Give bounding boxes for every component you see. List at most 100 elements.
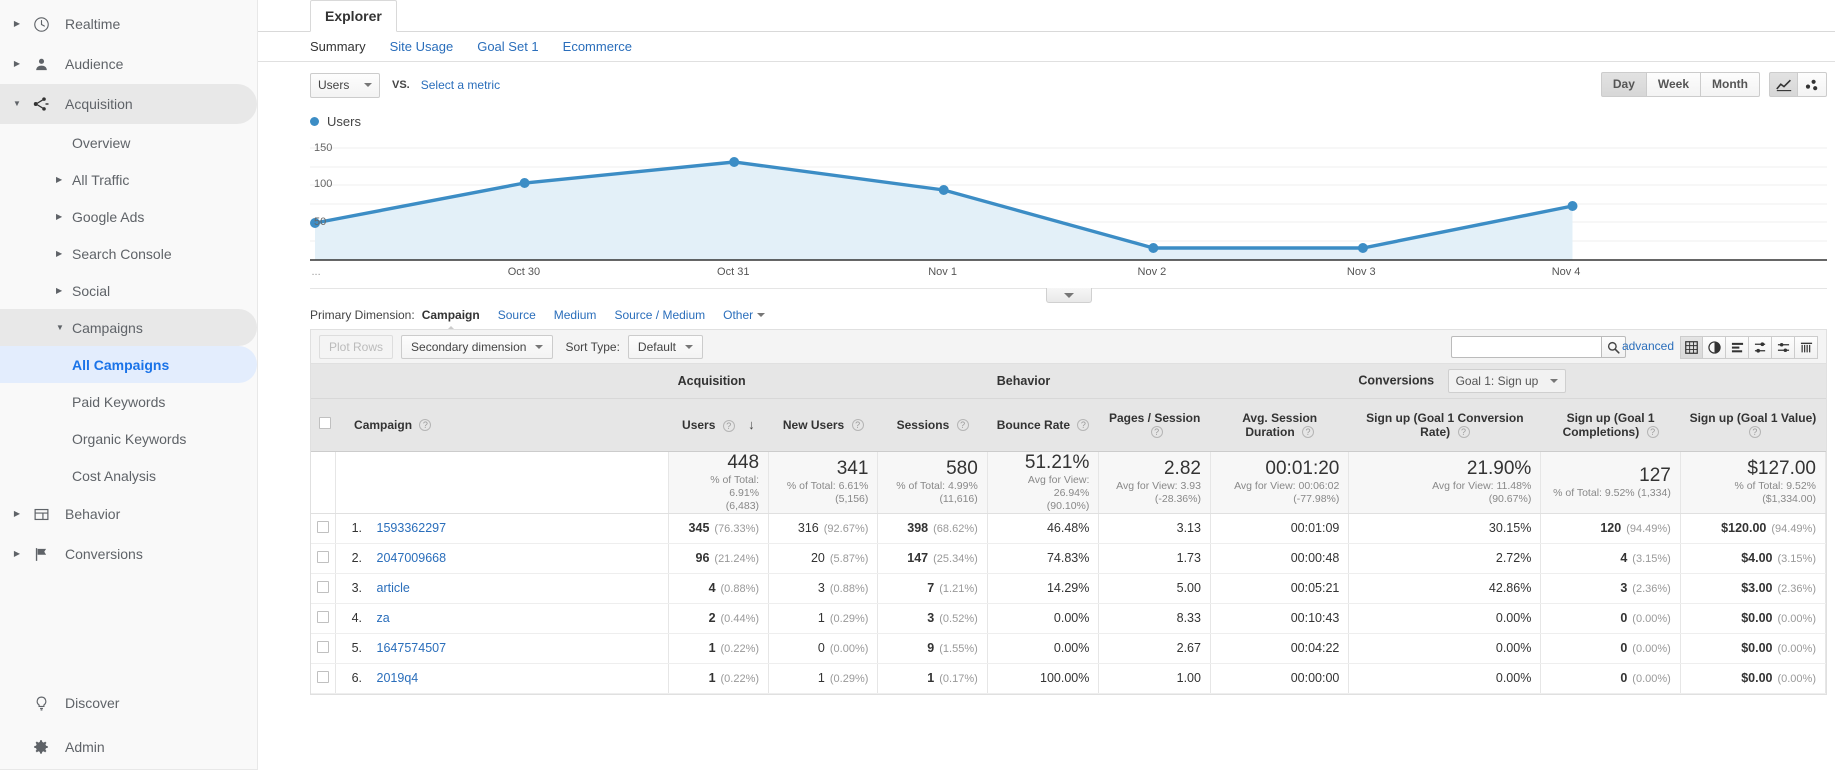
dimension-medium[interactable]: Medium [554, 308, 597, 322]
dimension-campaign[interactable]: Campaign [422, 308, 480, 322]
column-new-users-label: New Users [782, 417, 845, 432]
column-goal1-completions[interactable]: Sign up (Goal 1 Completions) ? [1540, 398, 1681, 452]
help-icon[interactable]: ? [1646, 426, 1659, 439]
sidebar-item-search-console[interactable]: ▶ Search Console [0, 235, 257, 272]
help-icon[interactable]: ? [1748, 426, 1761, 439]
sort-type-select[interactable]: Default [627, 334, 703, 359]
cell-bounce-rate: 46.48% [987, 513, 1100, 544]
table-view-icon[interactable] [1680, 336, 1703, 359]
column-sessions[interactable]: Sessions ? [877, 398, 988, 452]
line-chart-icon[interactable] [1769, 72, 1798, 97]
column-campaign[interactable]: Campaign ? [335, 398, 669, 452]
column-users[interactable]: Users ? ↓ [668, 398, 770, 452]
plot-rows-button[interactable]: Plot Rows [319, 334, 394, 359]
chevron-right-icon: ▶ [13, 19, 21, 28]
help-icon[interactable]: ? [419, 419, 432, 432]
chevron-right-icon: ▶ [13, 509, 21, 518]
table-row[interactable]: 4. za 2 (0.44%) 1 (0.29%) 3 (0.52%) 0.00% 8… [311, 603, 1827, 634]
cell-new-users-value: 316 [797, 521, 819, 535]
table-row[interactable]: 1. 1593362297 345 (76.33%) 316 (92.67%) 39… [311, 513, 1827, 544]
help-icon[interactable]: ? [1150, 426, 1163, 439]
sidebar-item-organic-keywords[interactable]: Organic Keywords [0, 420, 257, 457]
dimension-other[interactable]: Other [723, 308, 766, 322]
granularity-group: Day Week Month [1600, 72, 1760, 97]
sidebar-item-acquisition[interactable]: ▼ Acquisition [0, 84, 257, 124]
secondary-dimension-button[interactable]: Secondary dimension [401, 334, 554, 359]
help-icon[interactable]: ? [1457, 426, 1470, 439]
column-bounce-rate[interactable]: Bounce Rate ? [987, 398, 1100, 452]
table-row[interactable]: 2. 2047009668 96 (21.24%) 20 (5.87%) 147 (2… [311, 543, 1827, 574]
legend-color-swatch [310, 116, 319, 126]
sidebar-item-admin[interactable]: Admin [0, 725, 257, 769]
tab-goal-set-1[interactable]: Goal Set 1 [477, 39, 538, 54]
column-goal1-value[interactable]: Sign up (Goal 1 Value) ? [1680, 398, 1827, 452]
table-search [1451, 336, 1626, 358]
row-checkbox[interactable] [317, 670, 330, 683]
help-icon[interactable]: ? [722, 419, 735, 432]
row-campaign-link[interactable]: za [377, 611, 390, 625]
sidebar-item-social[interactable]: ▶ Social [0, 272, 257, 309]
row-checkbox[interactable] [317, 550, 330, 563]
tab-ecommerce[interactable]: Ecommerce [563, 39, 632, 54]
sidebar-item-cost-analysis[interactable]: Cost Analysis [0, 457, 257, 494]
granularity-month[interactable]: Month [1701, 72, 1760, 97]
sidebar-item-all-campaigns[interactable]: All Campaigns [0, 346, 257, 383]
cell-goal1-value: $0.00 (0.00%) [1680, 633, 1827, 664]
dimension-source[interactable]: Source [498, 308, 536, 322]
column-pages-session[interactable]: Pages / Session ? [1098, 398, 1211, 452]
dimension-source-medium[interactable]: Source / Medium [614, 308, 705, 322]
totals-goal1-conversion-rate-value: 21.90% [1466, 458, 1532, 479]
sidebar-item-behavior[interactable]: ▶ Behavior [0, 494, 257, 534]
row-checkbox[interactable] [317, 640, 330, 653]
sidebar-item-realtime[interactable]: ▶ Realtime [0, 4, 257, 44]
search-input[interactable] [1451, 336, 1601, 358]
sidebar-item-overview[interactable]: Overview [0, 124, 257, 161]
sidebar-item-conversions[interactable]: ▶ Conversions [0, 534, 257, 574]
help-icon[interactable]: ? [1302, 426, 1315, 439]
chart-expand-handle[interactable] [1045, 288, 1092, 303]
row-campaign-link[interactable]: 2047009668 [377, 551, 447, 565]
table-row[interactable]: 3. article 4 (0.88%) 3 (0.88%) 7 (1.21%) 14… [311, 573, 1827, 604]
tab-site-usage[interactable]: Site Usage [390, 39, 454, 54]
select-a-metric-link[interactable]: Select a metric [421, 78, 500, 92]
sidebar-item-campaigns[interactable]: ▼ Campaigns [0, 309, 257, 346]
sidebar-item-discover[interactable]: Discover [0, 681, 257, 725]
sidebar-item-google-ads[interactable]: ▶ Google Ads [0, 198, 257, 235]
row-campaign-link[interactable]: 1647574507 [377, 641, 447, 655]
bar-view-icon[interactable] [1726, 336, 1749, 359]
table-row[interactable]: 5. 1647574507 1 (0.22%) 0 (0.00%) 9 (1.55%)… [311, 633, 1827, 664]
cell-goal1-completions: 0 (0.00%) [1540, 663, 1681, 694]
sidebar-item-paid-keywords[interactable]: Paid Keywords [0, 383, 257, 420]
column-new-users[interactable]: New Users ? [768, 398, 879, 452]
help-icon[interactable]: ? [1077, 419, 1090, 432]
column-goal1-conversion-rate[interactable]: Sign up (Goal 1 Conversion Rate) ? [1348, 398, 1542, 452]
row-checkbox[interactable] [317, 580, 330, 593]
row-campaign-link[interactable]: 1593362297 [377, 521, 447, 535]
metric-select[interactable]: Users [310, 72, 380, 98]
help-icon[interactable]: ? [956, 419, 969, 432]
granularity-day[interactable]: Day [1600, 72, 1647, 97]
select-all-checkbox[interactable] [319, 417, 331, 429]
table-row[interactable]: 6. 2019q4 1 (0.22%) 1 (0.29%) 1 (0.17%) 100… [311, 663, 1827, 694]
pivot-view-icon[interactable] [1772, 336, 1795, 359]
comparison-view-icon[interactable] [1749, 336, 1772, 359]
scatter-chart-icon[interactable] [1798, 72, 1827, 97]
column-avg-session-duration[interactable]: Avg. Session Duration ? [1210, 398, 1350, 452]
row-checkbox[interactable] [317, 520, 330, 533]
pie-view-icon[interactable] [1703, 336, 1726, 359]
sidebar-item-all-traffic[interactable]: ▶ All Traffic [0, 161, 257, 198]
term-cloud-icon[interactable] [1795, 336, 1818, 359]
granularity-week[interactable]: Week [1646, 72, 1702, 97]
goal-select[interactable]: Goal 1: Sign up [1447, 368, 1567, 393]
cell-goal1-value-value: $0.00 [1741, 671, 1773, 685]
sort-descending-icon[interactable]: ↓ [748, 417, 755, 432]
row-campaign-link[interactable]: 2019q4 [377, 671, 419, 685]
cell-goal1-completions-value: 0 [1620, 641, 1628, 655]
row-campaign-link[interactable]: article [377, 581, 410, 595]
tab-explorer[interactable]: Explorer [310, 0, 397, 32]
sidebar-item-audience[interactable]: ▶ Audience [0, 44, 257, 84]
tab-summary[interactable]: Summary [310, 39, 366, 54]
help-icon[interactable]: ? [851, 419, 864, 432]
row-checkbox[interactable] [317, 610, 330, 623]
advanced-link[interactable]: advanced [1622, 339, 1674, 353]
